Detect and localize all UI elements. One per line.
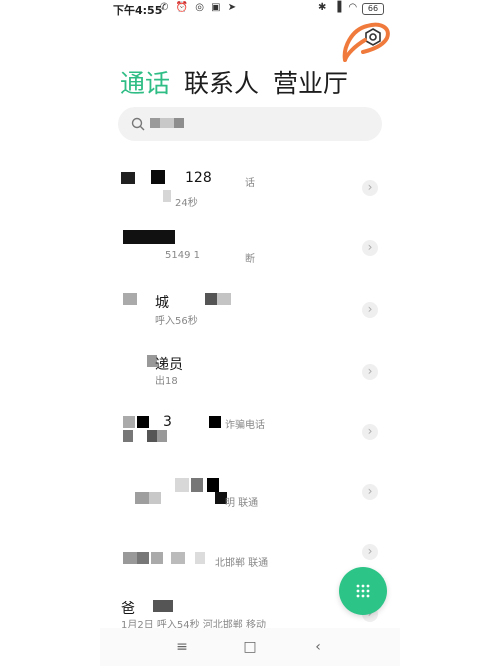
chevron-right-icon[interactable]: › — [362, 484, 378, 500]
call-detail: 呼入56秒 — [155, 316, 198, 327]
caller-name: 城 — [155, 295, 169, 311]
call-log-row[interactable]: 5149 1 断 › — [115, 230, 385, 284]
redacted-block — [123, 230, 175, 244]
redacted-block — [135, 478, 227, 504]
redacted-block — [123, 552, 205, 564]
chevron-right-icon[interactable]: › — [362, 180, 378, 196]
call-location: 诈骗电话 — [225, 420, 265, 431]
back-icon[interactable]: ‹ — [308, 637, 328, 657]
search-bar[interactable] — [118, 107, 382, 141]
tab-contacts[interactable]: 联系人 — [184, 64, 259, 98]
redacted-block — [123, 293, 231, 305]
search-icon — [131, 117, 145, 131]
tab-calls[interactable]: 通话 — [120, 64, 170, 98]
call-detail: 24秒 — [175, 198, 198, 209]
call-location: 北邯郸 联通 — [215, 558, 269, 569]
menu-icon[interactable]: ≡ — [172, 637, 192, 657]
chevron-right-icon[interactable]: › — [362, 424, 378, 440]
call-location: 断 — [245, 254, 255, 265]
chevron-right-icon[interactable]: › — [362, 240, 378, 256]
call-detail: 出18 — [155, 376, 178, 387]
status-time: 下午4:55 — [113, 4, 163, 17]
call-log-row[interactable]: 递员 出18 › — [115, 354, 385, 408]
caller-name: 3 — [163, 414, 172, 430]
battery-icon: 66 — [362, 3, 384, 15]
call-log-row[interactable]: 明 联通 › — [115, 476, 385, 530]
caller-name: 爸 — [121, 601, 135, 617]
call-log-row[interactable]: 128 24秒 话 › — [115, 170, 385, 224]
dialpad-icon — [356, 584, 370, 598]
status-bar: 下午4:55 ✆ ⏰ ◎ ▣ ➤ ✱ ▐ ◠ 66 — [0, 0, 500, 18]
chevron-right-icon[interactable]: › — [362, 364, 378, 380]
notification-icons: ✆ ⏰ ◎ ▣ ➤ — [160, 2, 239, 13]
caller-name: 128 — [185, 170, 212, 186]
settings-icon[interactable] — [362, 26, 384, 48]
call-log-row[interactable]: 3 诈骗电话 › — [115, 414, 385, 468]
dialpad-button[interactable] — [339, 567, 387, 615]
redacted-block — [121, 170, 171, 202]
chevron-right-icon[interactable]: › — [362, 544, 378, 560]
tab-service-hall[interactable]: 营业厅 — [273, 64, 348, 98]
chevron-right-icon[interactable]: › — [362, 302, 378, 318]
call-detail: 5149 1 — [165, 250, 200, 261]
call-location: 话 — [245, 178, 255, 189]
call-log-row[interactable]: 城 呼入56秒 › — [115, 292, 385, 346]
redacted-block — [153, 600, 173, 612]
call-location: 明 联通 — [225, 498, 259, 509]
redacted-block — [123, 416, 221, 442]
caller-name: 递员 — [155, 357, 183, 373]
signal-icons: ✱ ▐ ◠ — [318, 2, 360, 13]
system-nav-bar: ≡ □ ‹ — [100, 628, 400, 666]
tab-bar: 通话 联系人 营业厅 — [120, 64, 348, 98]
home-icon[interactable]: □ — [240, 637, 260, 657]
search-placeholder-redacted — [150, 118, 184, 128]
